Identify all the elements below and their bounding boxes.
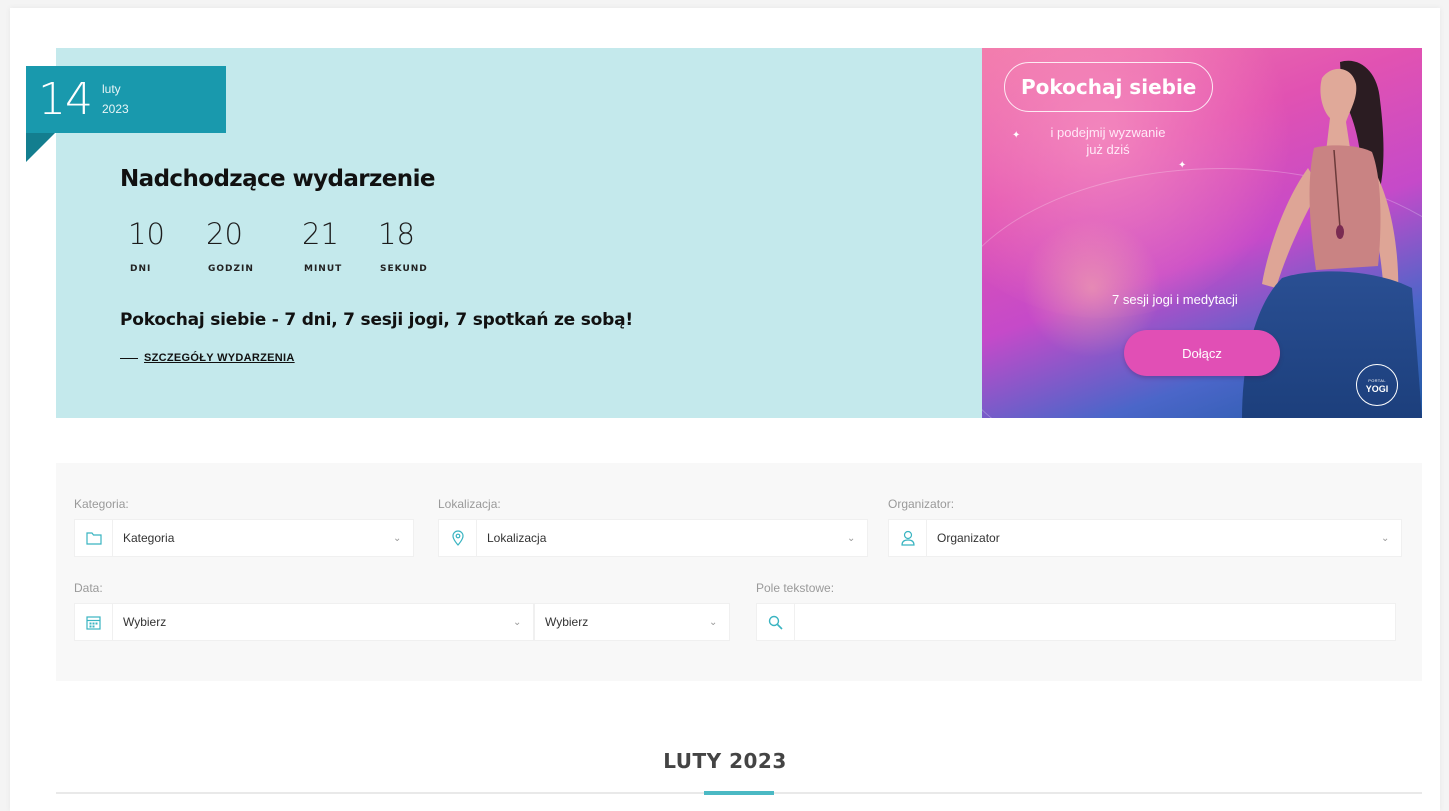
date-ribbon: 14 luty 2023 [26,66,226,133]
date-from-value: Wybierz [123,615,167,629]
dash-decoration [120,357,138,359]
countdown-days: 10 DNI [126,216,204,274]
countdown-minutes: 21 MINUT [300,216,376,274]
organizer-select-value: Organizator [937,531,1000,545]
date-year: 2023 [102,102,129,116]
text-search-input[interactable] [795,604,1395,640]
organizer-select[interactable]: Organizator ⌄ [888,519,1402,557]
date-from-select[interactable]: Wybierz ⌄ [74,603,534,641]
organizer-label: Organizator: [888,497,955,511]
page: Nadchodzące wydarzenie 10 DNI 20 GODZIN … [10,8,1440,811]
category-label: Kategoria: [74,497,129,511]
countdown-value: 20 [206,217,243,251]
calendar-icon [75,603,113,641]
map-pin-icon [439,519,477,557]
location-select-value: Lokalizacja [487,531,547,545]
category-select[interactable]: Kategoria ⌄ [74,519,414,557]
month-title: LUTY 2023 [663,749,787,773]
chevron-down-icon: ⌄ [1381,532,1390,544]
countdown-value: 18 [378,217,415,251]
promo-subtitle-line: i podejmij wyzwanie [1050,125,1166,140]
sparkle-icon: ✦ [1178,160,1187,171]
chevron-down-icon: ⌄ [513,616,522,628]
portal-yogi-logo: PORTAL YOGI [1356,364,1398,406]
month-divider-accent [704,791,774,795]
date-label: Data: [74,581,103,595]
promo-title: Pokochaj siebie [1004,62,1214,112]
location-label: Lokalizacja: [438,497,501,511]
countdown-label: MINUT [304,264,343,274]
event-details-link[interactable]: SZCZEGÓŁY WYDARZENIA [120,352,295,364]
countdown-value: 21 [302,217,339,251]
promo-subtitle-line: już dziś [1086,142,1130,157]
event-filters: Kategoria: Kategoria ⌄ Lokalizacja: Loka… [56,463,1422,681]
user-icon [889,519,927,557]
countdown-label: SEKUND [380,264,428,274]
sparkle-icon: ✦ [1012,130,1021,141]
join-button[interactable]: Dołącz [1124,330,1280,376]
chevron-down-icon: ⌄ [847,532,856,544]
countdown-value: 10 [128,217,165,251]
search-icon [757,603,795,641]
date-month: luty [102,82,121,96]
chevron-down-icon: ⌄ [709,616,718,628]
folder-icon [75,519,113,557]
countdown: 10 DNI 20 GODZIN 21 MINUT 18 SEKUND [126,216,460,274]
promo-subtitle: i podejmij wyzwanie już dziś [1018,124,1198,158]
category-select-value: Kategoria [123,531,175,545]
promo-tagline: 7 sesji jogi i medytacji [1112,292,1238,307]
date-to-select[interactable]: Wybierz ⌄ [534,603,730,641]
countdown-seconds: 18 SEKUND [376,216,460,274]
chevron-down-icon: ⌄ [393,532,402,544]
date-day: 14 [38,74,93,125]
event-title: Pokochaj siebie - 7 dni, 7 sesji jogi, 7… [120,310,633,330]
countdown-label: DNI [130,264,152,274]
event-details-link-label: SZCZEGÓŁY WYDARZENIA [144,352,295,364]
text-search-field [756,603,1396,641]
hero-heading: Nadchodzące wydarzenie [120,166,435,192]
date-to-value: Wybierz [545,615,589,629]
promo-banner[interactable]: Pokochaj siebie i podejmij wyzwanie już … [982,48,1422,418]
countdown-hours: 20 GODZIN [204,216,300,274]
countdown-label: GODZIN [208,264,254,274]
location-select[interactable]: Lokalizacja ⌄ [438,519,868,557]
text-field-label: Pole tekstowe: [756,581,835,595]
